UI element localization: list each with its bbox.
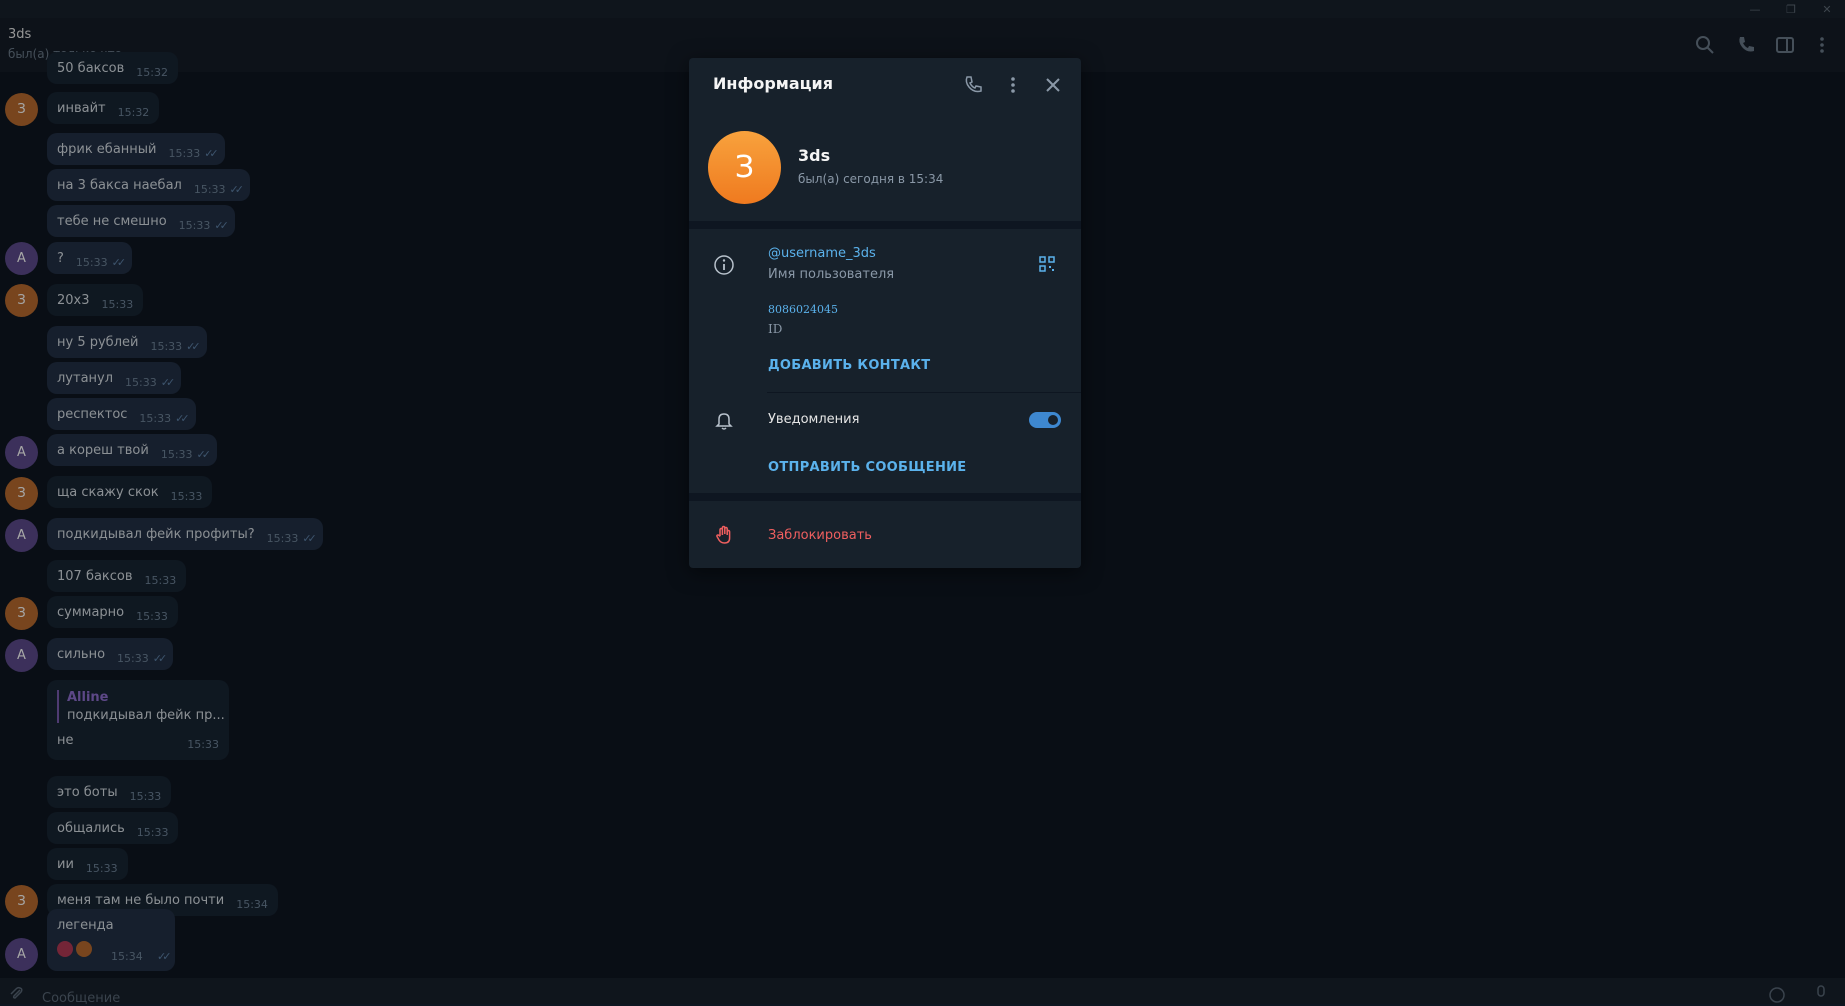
notifications-toggle[interactable]: [1029, 412, 1061, 428]
panel-title: Информация: [713, 74, 833, 93]
add-contact-button[interactable]: ДОБАВИТЬ КОНТАКТ: [768, 358, 930, 373]
user-info-panel: Информация З 3ds был(а) сегодня в 15:34 …: [689, 58, 1081, 568]
bell-icon: [715, 413, 733, 430]
section-divider: [689, 221, 1081, 229]
username-link[interactable]: @username_3ds: [768, 246, 876, 261]
profile-name: 3ds: [798, 146, 831, 165]
block-hand-icon: [716, 525, 731, 544]
user-id-label: ID: [768, 322, 783, 336]
profile-avatar[interactable]: З: [708, 131, 781, 204]
section-divider: [689, 493, 1081, 501]
section-divider: [767, 392, 1081, 393]
block-user-button[interactable]: Заблокировать: [768, 528, 872, 543]
notifications-label: Уведомления: [768, 412, 860, 427]
phone-icon[interactable]: [962, 74, 984, 96]
more-vertical-icon[interactable]: [1002, 74, 1024, 96]
info-icon: [714, 255, 734, 275]
user-id-value[interactable]: 8086024045: [768, 303, 838, 316]
send-message-button[interactable]: ОТПРАВИТЬ СООБЩЕНИЕ: [768, 460, 967, 475]
close-icon[interactable]: [1042, 74, 1064, 96]
toggle-knob: [1048, 415, 1058, 425]
qr-code-icon[interactable]: [1038, 255, 1056, 273]
username-label: Имя пользователя: [768, 267, 895, 282]
profile-status: был(а) сегодня в 15:34: [798, 172, 944, 186]
